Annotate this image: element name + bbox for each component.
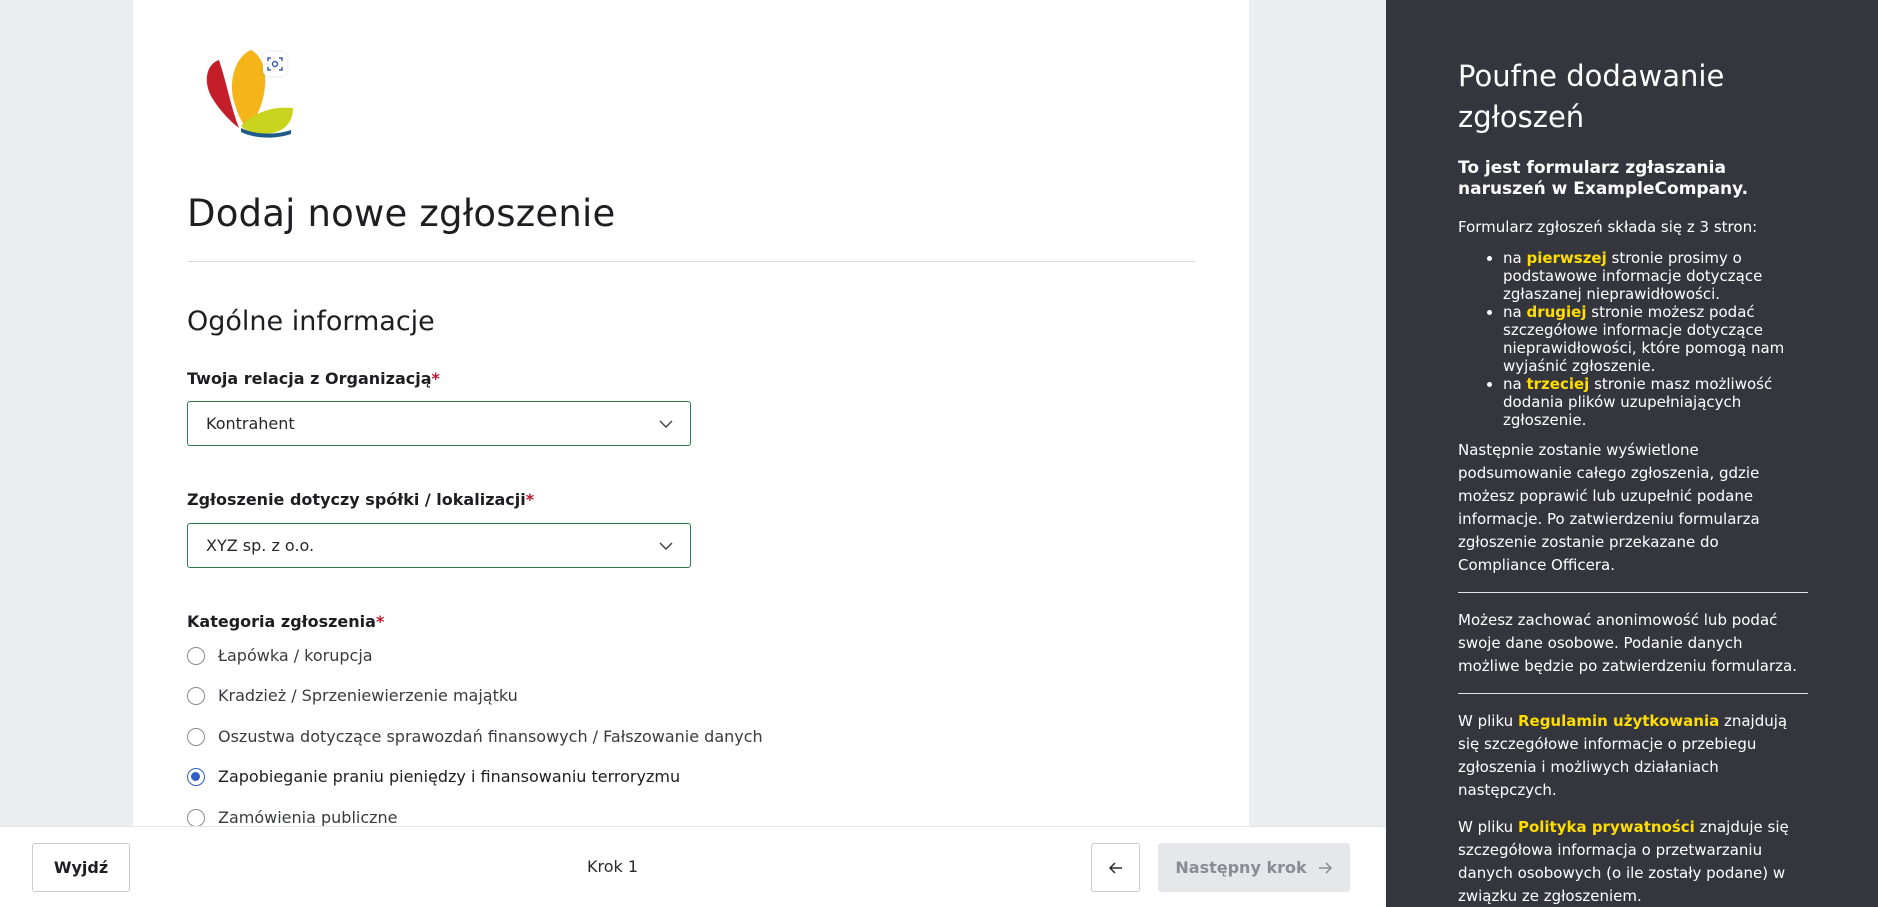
info-divider [1458, 592, 1808, 593]
info-privacy: W pliku Polityka prywatności znajduje si… [1458, 818, 1789, 905]
info-intro: Formularz zgłoszeń składa się z 3 stron: [1458, 218, 1758, 236]
radio-button-selected[interactable] [187, 767, 205, 786]
title-divider [187, 261, 1195, 262]
info-summary: Następnie zostanie wyświetlone podsumowa… [1458, 441, 1760, 574]
next-step-button[interactable]: Następny krok [1158, 843, 1350, 892]
info-anonymity: Możesz zachować anonimowość lub podać sw… [1458, 611, 1797, 675]
radio-button[interactable] [187, 808, 205, 826]
privacy-link[interactable]: Polityka prywatności [1518, 818, 1695, 836]
page-title: Dodaj nowe zgłoszenie [187, 192, 616, 235]
info-terms: W pliku Regulamin użytkowania znajdują s… [1458, 712, 1788, 799]
category-label: Kategoria zgłoszenia* [187, 612, 385, 631]
company-label: Zgłoszenie dotyczy spółki / lokalizacji* [187, 490, 535, 509]
chevron-down-icon [659, 542, 673, 550]
info-panel: Poufne dodawanie zgłoszeń To jest formul… [1386, 0, 1878, 907]
highlight-text: drugiej [1526, 303, 1587, 321]
info-panel-title: Poufne dodawanie zgłoszeń [1458, 59, 1725, 134]
category-option[interactable]: Oszustwa dotyczące sprawozdań finansowyc… [187, 727, 763, 746]
required-mark: * [375, 612, 385, 631]
category-option-label: Łapówka / korupcja [218, 646, 373, 665]
chevron-down-icon [659, 420, 673, 428]
relation-select-value: Kontrahent [206, 414, 295, 433]
form-card: Dodaj nowe zgłoszenie Ogólne informacje … [133, 0, 1249, 826]
radio-button[interactable] [187, 686, 205, 705]
category-option[interactable]: Zapobieganie praniu pieniędzy i finansow… [187, 767, 680, 786]
steps-list-item: na pierwszej stronie prosimy o podstawow… [1503, 249, 1808, 303]
step-indicator: Krok 1 [587, 857, 639, 876]
relation-label: Twoja relacja z Organizacją* [187, 369, 440, 388]
info-panel-subtitle: To jest formularz zgłaszania naruszeń w … [1458, 158, 1749, 199]
section-title: Ogólne informacje [187, 306, 435, 337]
info-divider [1458, 693, 1808, 694]
arrow-left-icon [1108, 861, 1122, 874]
category-option-label: Kradzież / Sprzeniewierzenie majątku [218, 686, 518, 705]
radio-button[interactable] [187, 646, 205, 665]
company-select[interactable]: XYZ sp. z o.o. [187, 523, 691, 568]
next-step-label: Następny krok [1175, 858, 1307, 877]
highlight-text: trzeciej [1526, 375, 1590, 393]
company-select-value: XYZ sp. z o.o. [206, 536, 315, 555]
category-option-label: Zapobieganie praniu pieniędzy i finansow… [218, 767, 681, 786]
arrow-right-icon [1318, 861, 1332, 874]
required-mark: * [525, 490, 535, 509]
relation-select[interactable]: Kontrahent [187, 401, 691, 446]
steps-list-item: na trzeciej stronie masz możliwość dodan… [1503, 375, 1808, 429]
highlight-text: pierwszej [1526, 249, 1607, 267]
radio-button[interactable] [187, 727, 205, 746]
category-option[interactable]: Zamówienia publiczne [187, 808, 398, 826]
scan-icon[interactable] [263, 52, 287, 76]
category-option[interactable]: Kradzież / Sprzeniewierzenie majątku [187, 686, 518, 705]
category-option-label: Zamówienia publiczne [218, 808, 398, 826]
footer-bar: Wyjdź Krok 1 Następny krok [0, 826, 1386, 907]
exit-button[interactable]: Wyjdź [32, 843, 130, 892]
steps-list-item: na drugiej stronie możesz podać szczegół… [1503, 303, 1808, 375]
category-option[interactable]: Łapówka / korupcja [187, 646, 373, 665]
steps-list: na pierwszej stronie prosimy o podstawow… [1503, 249, 1808, 429]
back-button[interactable] [1091, 843, 1140, 892]
required-mark: * [431, 369, 440, 388]
category-option-label: Oszustwa dotyczące sprawozdań finansowyc… [218, 727, 763, 746]
terms-link[interactable]: Regulamin użytkowania [1518, 712, 1719, 730]
